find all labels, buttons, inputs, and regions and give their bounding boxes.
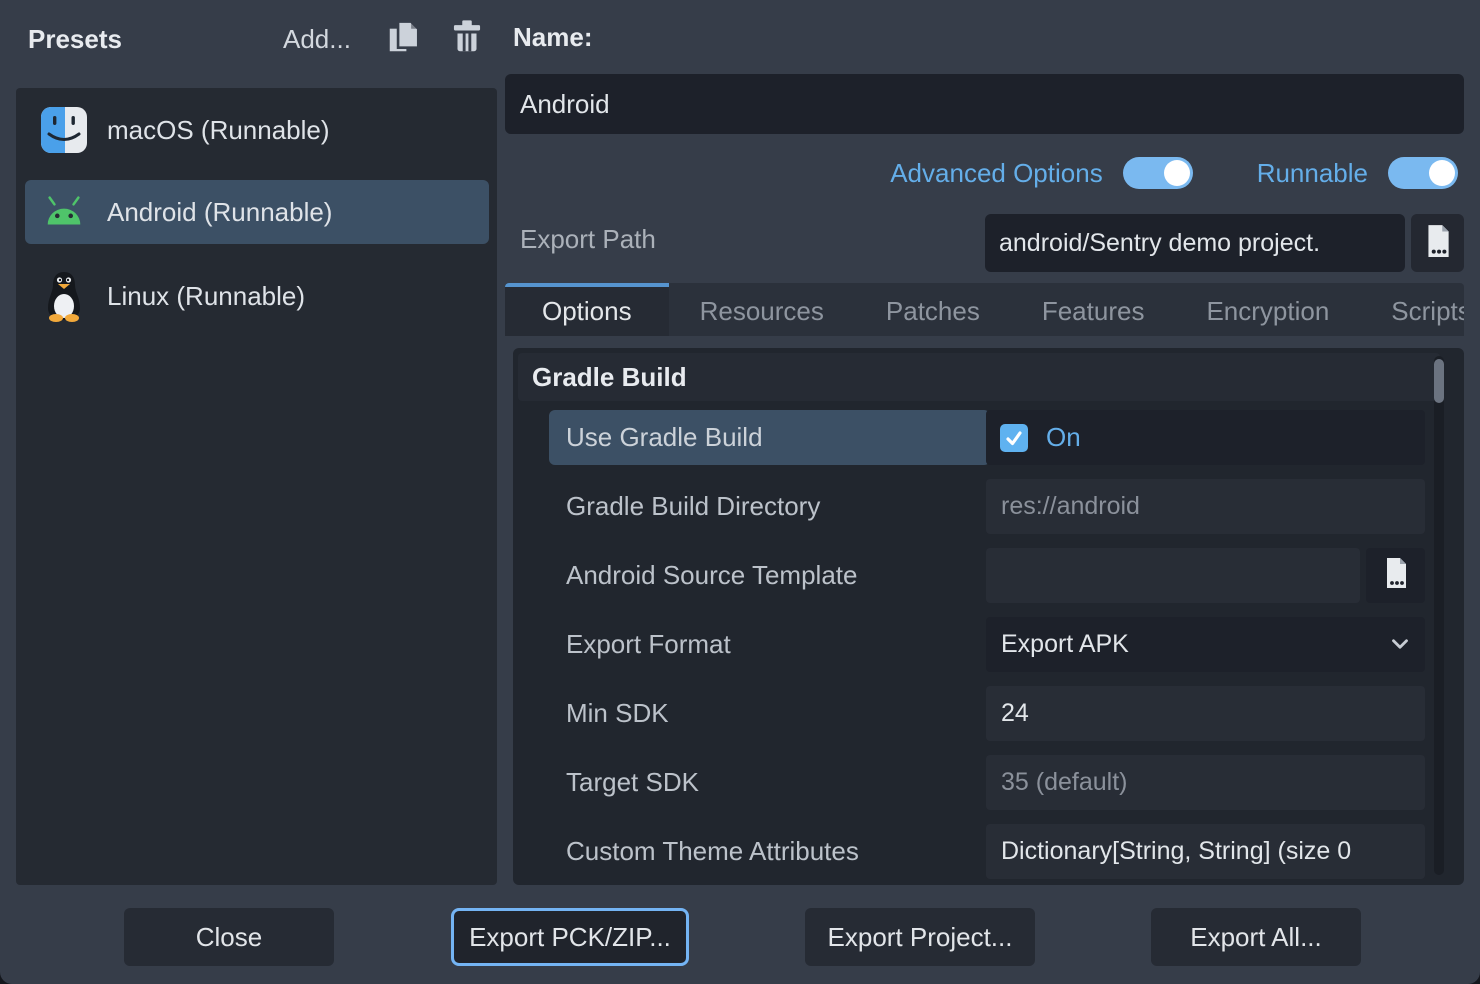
export-path-input[interactable]: android/Sentry demo project. xyxy=(985,214,1405,272)
preset-item-linux[interactable]: Linux (Runnable) xyxy=(25,264,489,328)
delete-preset-button[interactable] xyxy=(446,16,488,62)
property-row: Target SDK 35 (default) xyxy=(513,755,1445,810)
preset-item-label: Android (Runnable) xyxy=(107,197,332,228)
preset-name-value: Android xyxy=(520,89,610,120)
property-row: Min SDK 24 xyxy=(513,686,1445,741)
property-value-text: 35 (default) xyxy=(1001,768,1127,797)
section-header-gradle-build[interactable]: Gradle Build xyxy=(518,353,1440,401)
property-row: Export Format Export APK xyxy=(513,617,1445,672)
section-title: Gradle Build xyxy=(532,362,687,393)
export-path-browse-button[interactable] xyxy=(1411,214,1464,272)
checkbox-state-text: On xyxy=(1046,422,1081,453)
dropdown-selected-value: Export APK xyxy=(1001,630,1129,659)
property-value-text: Dictionary[String, String] (size 0 xyxy=(1001,837,1351,866)
export-format-dropdown[interactable]: Export APK xyxy=(986,617,1425,672)
property-label-text: Custom Theme Attributes xyxy=(566,836,859,867)
copy-icon xyxy=(385,18,423,61)
advanced-options-toggle[interactable] xyxy=(1123,157,1193,189)
file-browse-icon xyxy=(1380,555,1412,596)
property-row: Android Source Template xyxy=(513,548,1445,603)
linux-tux-icon xyxy=(41,273,87,319)
options-scrollbar-grabber[interactable] xyxy=(1434,359,1444,403)
preset-item-macos[interactable]: macOS (Runnable) xyxy=(25,98,489,162)
property-value-android-source-template[interactable] xyxy=(986,548,1360,603)
file-browse-icon xyxy=(1421,222,1455,265)
tab-resources[interactable]: Resources xyxy=(669,283,855,336)
tab-encryption[interactable]: Encryption xyxy=(1175,283,1360,336)
property-label-target-sdk[interactable]: Target SDK xyxy=(549,755,990,810)
preset-list: macOS (Runnable) Android (Runnable) xyxy=(16,88,497,885)
property-value-text: res://android xyxy=(1001,492,1140,521)
advanced-options-label: Advanced Options xyxy=(890,158,1102,189)
name-label: Name: xyxy=(513,22,592,53)
property-label-text: Gradle Build Directory xyxy=(566,491,820,522)
property-value-use-gradle-build: On xyxy=(986,410,1425,465)
tab-scripts[interactable]: Scripts xyxy=(1360,283,1464,336)
property-label-custom-theme-attributes[interactable]: Custom Theme Attributes xyxy=(549,824,990,879)
export-tabs: Options Resources Patches Features Encry… xyxy=(505,283,1464,336)
export-path-value: android/Sentry demo project. xyxy=(999,229,1320,258)
duplicate-preset-button[interactable] xyxy=(383,16,425,62)
runnable-label: Runnable xyxy=(1257,158,1368,189)
runnable-toggle[interactable] xyxy=(1388,157,1458,189)
property-label-gradle-build-directory[interactable]: Gradle Build Directory xyxy=(549,479,990,534)
add-preset-button[interactable]: Add... xyxy=(283,24,351,55)
tab-options[interactable]: Options xyxy=(505,283,669,336)
property-row: Gradle Build Directory res://android xyxy=(513,479,1445,534)
property-label-use-gradle-build[interactable]: Use Gradle Build xyxy=(549,410,990,465)
export-path-label: Export Path xyxy=(520,224,656,255)
tab-patches[interactable]: Patches xyxy=(855,283,1011,336)
preset-name-input[interactable]: Android xyxy=(505,74,1464,134)
property-label-export-format[interactable]: Export Format xyxy=(549,617,990,672)
export-pck-zip-button[interactable]: Export PCK/ZIP... xyxy=(451,908,689,966)
property-label-text: Use Gradle Build xyxy=(566,422,763,453)
android-icon xyxy=(41,189,87,235)
chevron-down-icon xyxy=(1387,631,1413,662)
property-label-android-source-template[interactable]: Android Source Template xyxy=(549,548,990,603)
export-all-button[interactable]: Export All... xyxy=(1151,908,1361,966)
options-panel: Gradle Build Use Gradle Build On Gradle … xyxy=(513,348,1464,885)
property-label-text: Min SDK xyxy=(566,698,669,729)
preset-item-android[interactable]: Android (Runnable) xyxy=(25,180,489,244)
property-value-min-sdk[interactable]: 24 xyxy=(986,686,1425,741)
toggle-knob xyxy=(1429,160,1455,186)
template-browse-button[interactable] xyxy=(1366,548,1425,603)
toggle-knob xyxy=(1164,160,1190,186)
tab-features[interactable]: Features xyxy=(1011,283,1176,336)
property-label-text: Target SDK xyxy=(566,767,699,798)
preset-item-label: Linux (Runnable) xyxy=(107,281,305,312)
options-scrollbar[interactable] xyxy=(1434,356,1444,875)
property-row: Custom Theme Attributes Dictionary[Strin… xyxy=(513,824,1445,879)
property-value-gradle-build-directory[interactable]: res://android xyxy=(986,479,1425,534)
export-dialog: Presets Add... xyxy=(0,0,1480,984)
presets-title: Presets xyxy=(28,24,122,55)
close-button[interactable]: Close xyxy=(124,908,334,966)
property-value-custom-theme-attributes[interactable]: Dictionary[String, String] (size 0 xyxy=(986,824,1425,879)
trash-icon xyxy=(448,18,486,61)
macos-finder-icon xyxy=(41,107,87,153)
toggles-row: Advanced Options Runnable xyxy=(505,152,1464,194)
checkbox-checked-icon[interactable] xyxy=(1000,424,1028,452)
property-label-text: Export Format xyxy=(566,629,731,660)
property-row: Use Gradle Build On xyxy=(513,410,1445,465)
property-label-min-sdk[interactable]: Min SDK xyxy=(549,686,990,741)
export-project-button[interactable]: Export Project... xyxy=(805,908,1035,966)
property-label-text: Android Source Template xyxy=(566,560,857,591)
property-value-target-sdk[interactable]: 35 (default) xyxy=(986,755,1425,810)
property-value-text: 24 xyxy=(1001,699,1029,728)
preset-item-label: macOS (Runnable) xyxy=(107,115,330,146)
